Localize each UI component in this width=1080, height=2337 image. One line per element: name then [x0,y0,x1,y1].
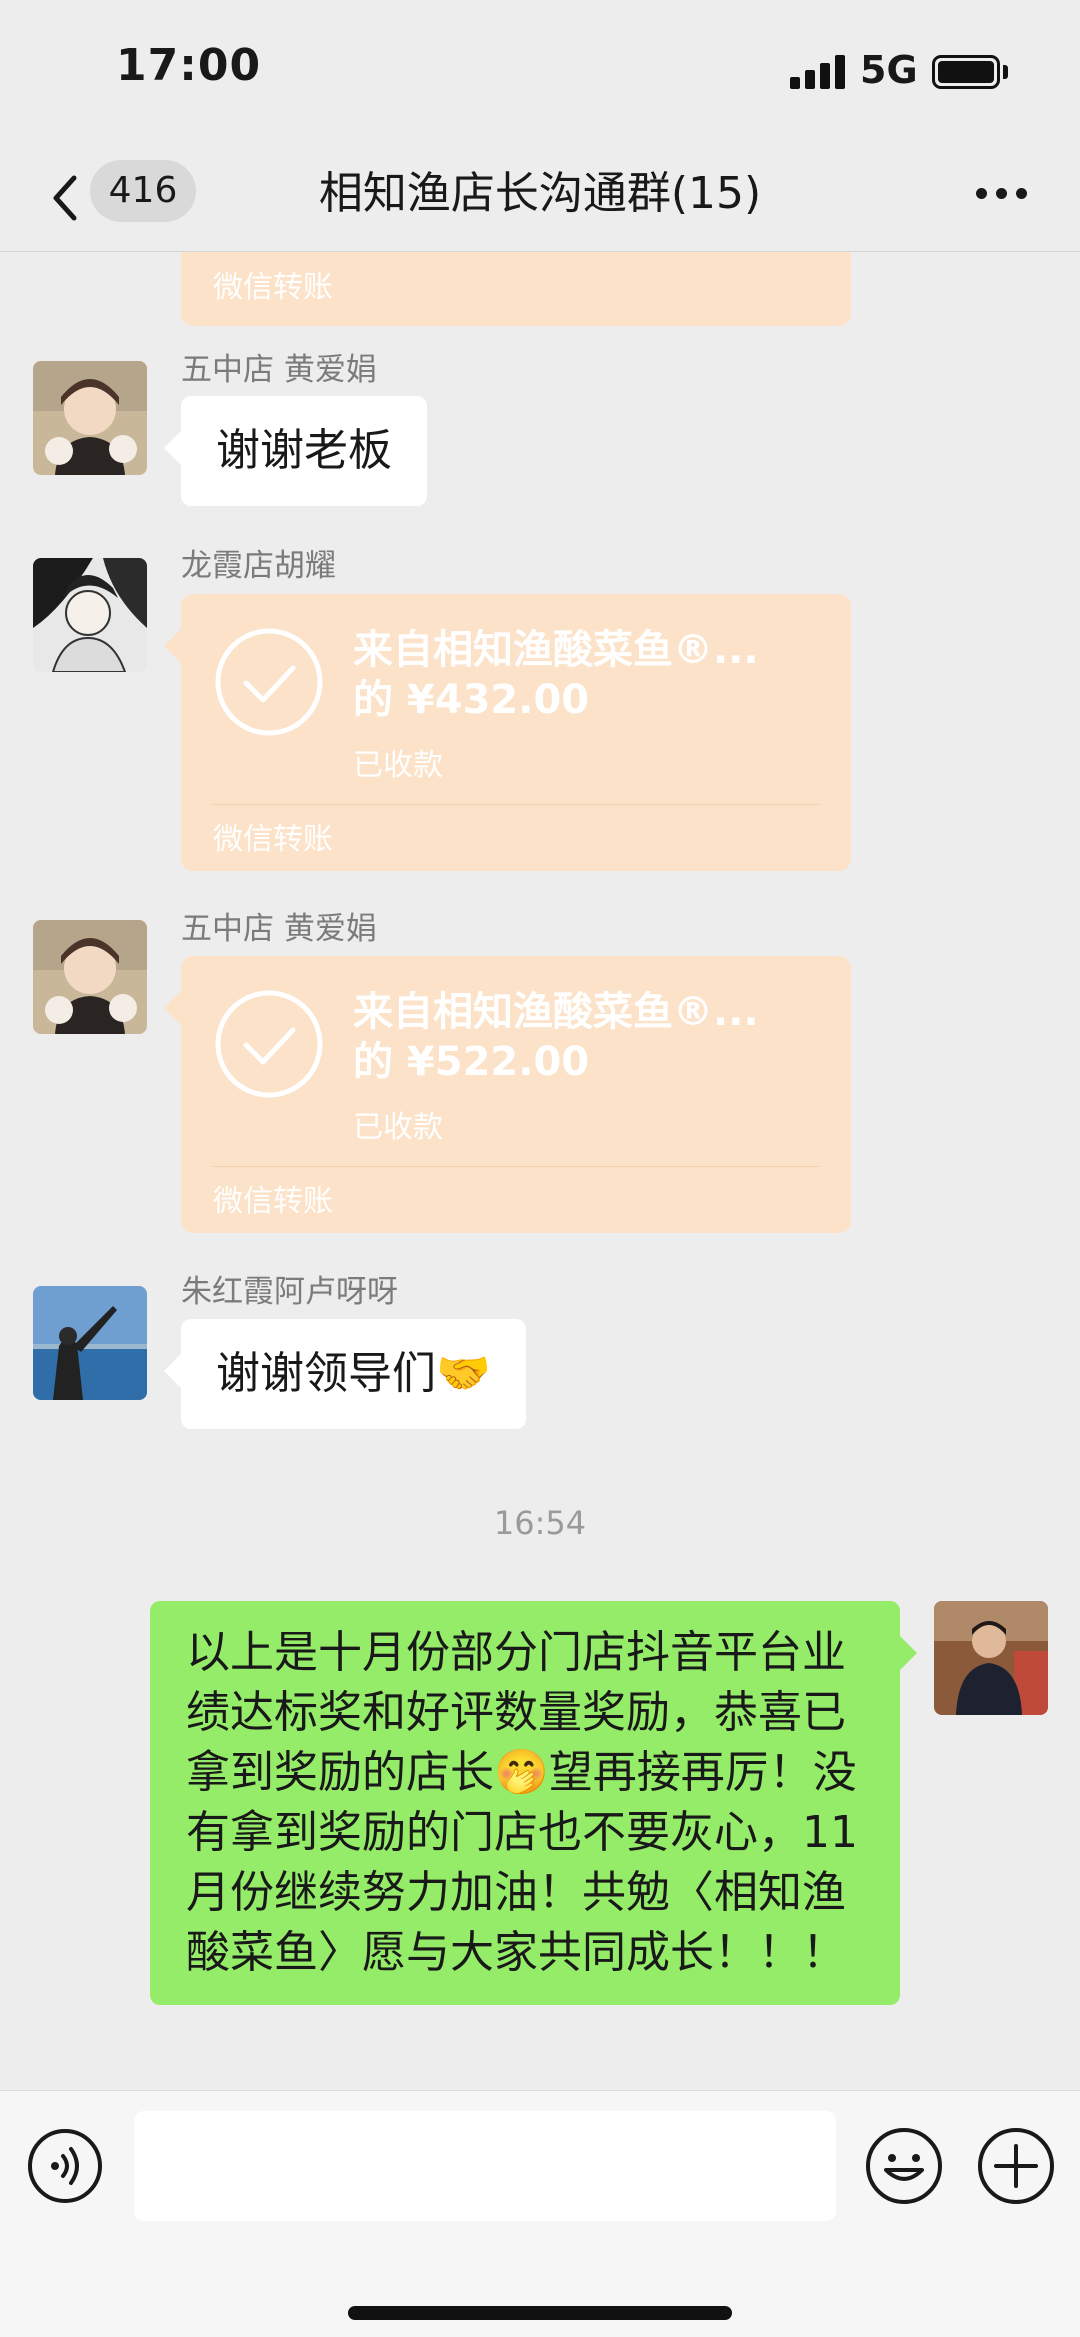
transfer-card[interactable]: 来自相知渔酸菜鱼®... 的 ¥522.00 已收款 微信转账 [181,956,851,1233]
avatar[interactable] [33,920,147,1034]
plus-icon[interactable] [976,2126,1056,2206]
more-dots-icon[interactable] [972,184,1032,204]
message-input[interactable] [134,2111,836,2221]
check-circle-icon [215,990,323,1098]
transfer-status: 已收款 [353,1110,443,1145]
transfer-title-line1: 来自相知渔酸菜鱼®... [353,989,759,1035]
avatar[interactable] [33,361,147,475]
transfer-amount: 的 ¥522.00 [353,1039,590,1085]
sender-name: 朱红霞阿卢呀呀 [181,1274,398,1310]
transfer-card[interactable]: 微信转账 [181,252,851,326]
transfer-title-line1: 来自相知渔酸菜鱼®... [353,627,759,673]
transfer-amount: 的 ¥432.00 [353,677,590,723]
transfer-status: 已收款 [353,748,443,783]
divider [213,1166,819,1167]
check-circle-icon [215,628,323,736]
transfer-card[interactable]: 来自相知渔酸菜鱼®... 的 ¥432.00 已收款 微信转账 [181,594,851,871]
message-bubble[interactable]: 谢谢老板 [181,396,427,506]
network-type: 5G [860,48,918,92]
message-list[interactable]: 微信转账 五中店 黄爱娟 谢谢老板 龙霞店胡耀 来自相知渔酸菜鱼®... 的 ¥… [0,252,1080,2090]
voice-icon[interactable] [27,2128,103,2204]
transfer-footer: 微信转账 [213,270,333,305]
transfer-footer: 微信转账 [213,822,333,857]
status-bar: 17:00 5G [0,0,1080,140]
sender-name: 五中店 黄爱娟 [181,352,377,388]
status-time: 17:00 [116,40,262,91]
divider [213,804,819,805]
emoji-icon[interactable] [864,2126,944,2206]
sender-name: 五中店 黄爱娟 [181,911,377,947]
chat-title: 相知渔店长沟通群(15) [318,168,762,219]
avatar[interactable] [33,558,147,672]
signal-icon [790,55,846,89]
avatar[interactable] [33,1286,147,1400]
sender-name: 龙霞店胡耀 [181,548,336,584]
battery-icon [932,55,1000,89]
time-separator: 16:54 [493,1504,587,1542]
input-bar [0,2090,1080,2337]
chat-header: 416 相知渔店长沟通群(15) [0,140,1080,252]
self-message-bubble[interactable]: 以上是十月份部分门店抖音平台业绩达标奖和好评数量奖励，恭喜已拿到奖励的店长🤭望再… [150,1601,900,2005]
home-indicator [348,2306,732,2320]
battery-cap [1003,65,1008,79]
transfer-footer: 微信转账 [213,1184,333,1219]
message-bubble[interactable]: 谢谢领导们🤝 [181,1319,526,1429]
self-avatar[interactable] [934,1601,1048,1715]
